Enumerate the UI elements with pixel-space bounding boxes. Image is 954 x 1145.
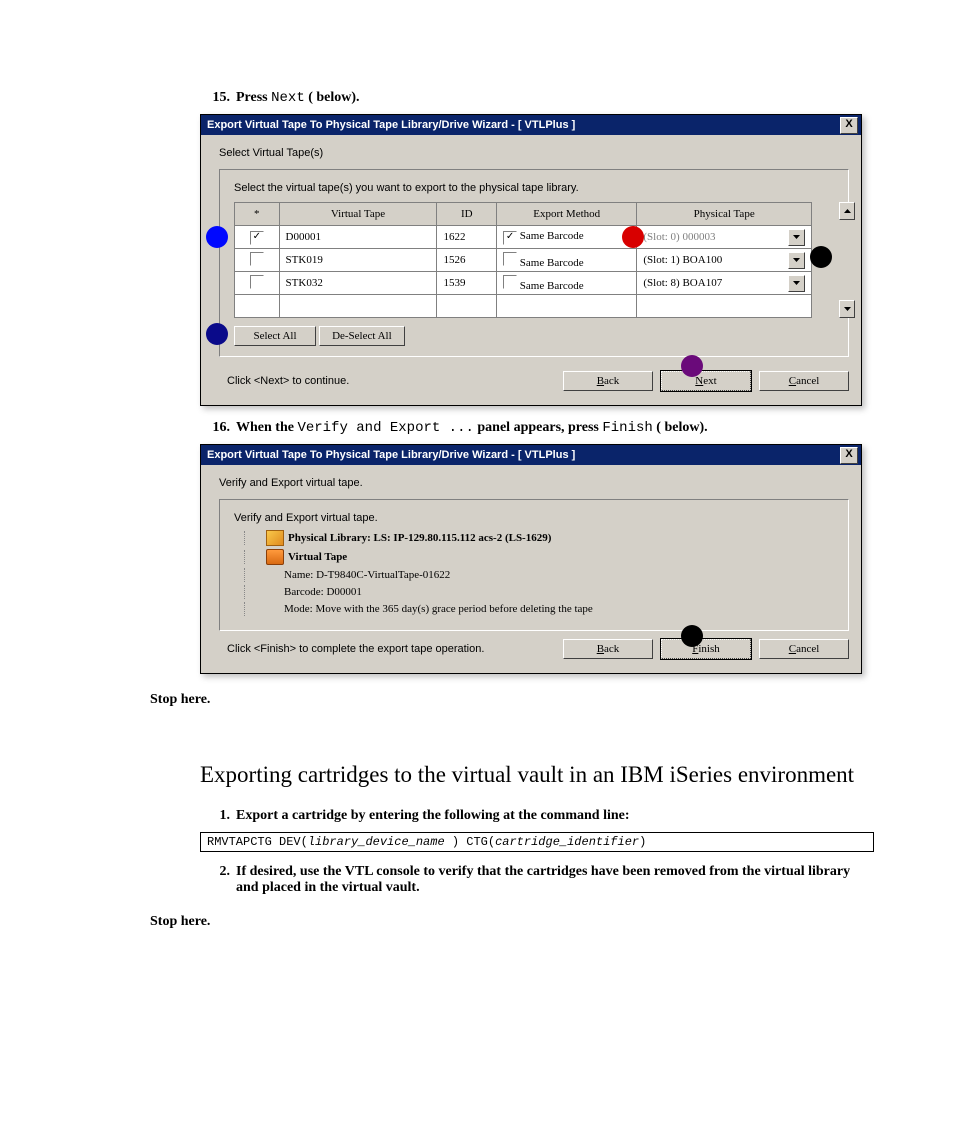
step-number: 1. — [200, 808, 230, 824]
panel-heading: Verify and Export virtual tape. — [219, 477, 849, 489]
step-1: 1. Export a cartridge by entering the fo… — [200, 808, 874, 824]
back-button[interactable]: Back — [563, 371, 653, 391]
cell-sb-label: Same Barcode — [520, 280, 584, 292]
chevron-down-icon — [788, 252, 805, 269]
marker-black-dropdown — [810, 246, 832, 268]
step-2: 2. If desired, use the VTL console to ve… — [200, 864, 874, 896]
cell-id: 1622 — [437, 226, 497, 249]
physical-tape-dropdown[interactable]: (Slot: 0) 000003 — [643, 229, 805, 246]
step-number: 16. — [200, 420, 230, 436]
stop-here: Stop here. — [150, 914, 874, 930]
col-id: ID — [437, 203, 497, 226]
window-title: Export Virtual Tape To Physical Tape Lib… — [207, 119, 840, 131]
tree-mode: Mode: Move with the 365 day(s) grace per… — [244, 602, 838, 616]
table-row: STK019 1526 Same Barcode (Slot: 1) BOA10… — [235, 249, 812, 272]
col-export-method: Export Method — [497, 203, 637, 226]
command-box: RMVTAPCTG DEV(library_device_name ) CTG(… — [200, 832, 874, 852]
next-button[interactable]: Next — [661, 371, 751, 391]
summary-tree: Physical Library: LS: IP-129.80.115.112 … — [244, 530, 838, 616]
cell-vt: STK019 — [279, 249, 437, 272]
row-checkbox[interactable] — [250, 231, 264, 245]
cell-vt: D00001 — [279, 226, 437, 249]
tree-virtual-tape: Virtual Tape — [244, 549, 838, 565]
back-button[interactable]: Back — [563, 639, 653, 659]
window-title: Export Virtual Tape To Physical Tape Lib… — [207, 449, 840, 461]
footer-hint: Click <Next> to continue. — [219, 375, 555, 387]
select-all-button[interactable]: Select All — [234, 326, 316, 346]
col-star: * — [235, 203, 280, 226]
close-button[interactable]: X — [840, 117, 858, 134]
dropdown-value: (Slot: 0) 000003 — [643, 231, 786, 243]
cell-sb-label: Same Barcode — [520, 257, 584, 269]
tape-icon — [266, 549, 284, 565]
library-icon — [266, 530, 284, 546]
chevron-down-icon — [788, 275, 805, 292]
cancel-button[interactable]: Cancel — [759, 639, 849, 659]
marker-black-finish — [681, 625, 703, 647]
group-instruction: Select the virtual tape(s) you want to e… — [234, 182, 838, 194]
cell-sb-label: Same Barcode — [520, 230, 584, 242]
scroll-up-icon[interactable] — [839, 202, 855, 220]
physical-tape-dropdown[interactable]: (Slot: 1) BOA100 — [643, 252, 805, 269]
chevron-down-icon — [788, 229, 805, 246]
dropdown-value: (Slot: 1) BOA100 — [643, 254, 786, 266]
marker-blue-select — [206, 323, 228, 345]
col-virtual-tape: Virtual Tape — [279, 203, 437, 226]
table-wrap: * Virtual Tape ID Export Method Physical… — [234, 202, 838, 318]
table-row: D00001 1622 Same Barcode (Slot: 0) 00000… — [235, 226, 812, 249]
group-box: Select the virtual tape(s) you want to e… — [219, 169, 849, 357]
dropdown-value: (Slot: 8) BOA107 — [643, 277, 786, 289]
tree-barcode: Barcode: D00001 — [244, 585, 838, 599]
scroll-down-icon[interactable] — [839, 300, 855, 318]
table-row: STK032 1539 Same Barcode (Slot: 8) BOA10… — [235, 272, 812, 295]
table-row-partial — [235, 295, 812, 318]
table-header-row: * Virtual Tape ID Export Method Physical… — [235, 203, 812, 226]
titlebar: Export Virtual Tape To Physical Tape Lib… — [201, 115, 861, 135]
panel: Select Virtual Tape(s) Select the virtua… — [201, 135, 861, 405]
stop-here: Stop here. — [150, 692, 874, 708]
step-number: 2. — [200, 864, 230, 896]
marker-blue-row — [206, 226, 228, 248]
deselect-all-button[interactable]: De-Select All — [319, 326, 405, 346]
wizard-verify-export: Export Virtual Tape To Physical Tape Lib… — [200, 444, 862, 674]
same-barcode-checkbox[interactable] — [503, 252, 517, 266]
section-title: Exporting cartridges to the virtual vaul… — [200, 760, 874, 790]
wizard-footer: Click <Next> to continue. Back Next Canc… — [219, 371, 849, 391]
step-text: If desired, use the VTL console to verif… — [236, 864, 874, 896]
marker-red-export — [622, 226, 644, 248]
physical-tape-dropdown[interactable]: (Slot: 8) BOA107 — [643, 275, 805, 292]
panel-heading: Select Virtual Tape(s) — [219, 147, 849, 159]
group-box: Verify and Export virtual tape. Physical… — [219, 499, 849, 631]
row-checkbox[interactable] — [250, 252, 264, 266]
tree-physical-library: Physical Library: LS: IP-129.80.115.112 … — [244, 530, 838, 546]
cell-id: 1539 — [437, 272, 497, 295]
panel: Verify and Export virtual tape. Verify a… — [201, 465, 861, 673]
footer-hint: Click <Finish> to complete the export ta… — [219, 643, 555, 655]
step-15: 15. Press Next ( below). — [200, 90, 874, 106]
step-text: Export a cartridge by entering the follo… — [236, 808, 874, 824]
same-barcode-checkbox[interactable] — [503, 231, 517, 245]
close-button[interactable]: X — [840, 447, 858, 464]
cell-id: 1526 — [437, 249, 497, 272]
cell-vt: STK032 — [279, 272, 437, 295]
same-barcode-checkbox[interactable] — [503, 275, 517, 289]
group-heading: Verify and Export virtual tape. — [234, 512, 838, 524]
step-text: Press Next ( below). — [236, 90, 874, 106]
step-16: 16. When the Verify and Export ... panel… — [200, 420, 874, 436]
marker-purple-next — [681, 355, 703, 377]
wizard-select-tapes: Export Virtual Tape To Physical Tape Lib… — [200, 114, 862, 406]
select-buttons: Select All De-Select All — [234, 326, 838, 346]
tapes-table: * Virtual Tape ID Export Method Physical… — [234, 202, 812, 318]
wizard-footer: Click <Finish> to complete the export ta… — [219, 639, 849, 659]
row-checkbox[interactable] — [250, 275, 264, 289]
titlebar: Export Virtual Tape To Physical Tape Lib… — [201, 445, 861, 465]
step-number: 15. — [200, 90, 230, 106]
col-physical-tape: Physical Tape — [637, 203, 812, 226]
step-text: When the Verify and Export ... panel app… — [236, 420, 874, 436]
scrollbar[interactable] — [839, 202, 855, 318]
tree-name: Name: D-T9840C-VirtualTape-01622 — [244, 568, 838, 582]
finish-button[interactable]: Finish — [661, 639, 751, 659]
cancel-button[interactable]: Cancel — [759, 371, 849, 391]
